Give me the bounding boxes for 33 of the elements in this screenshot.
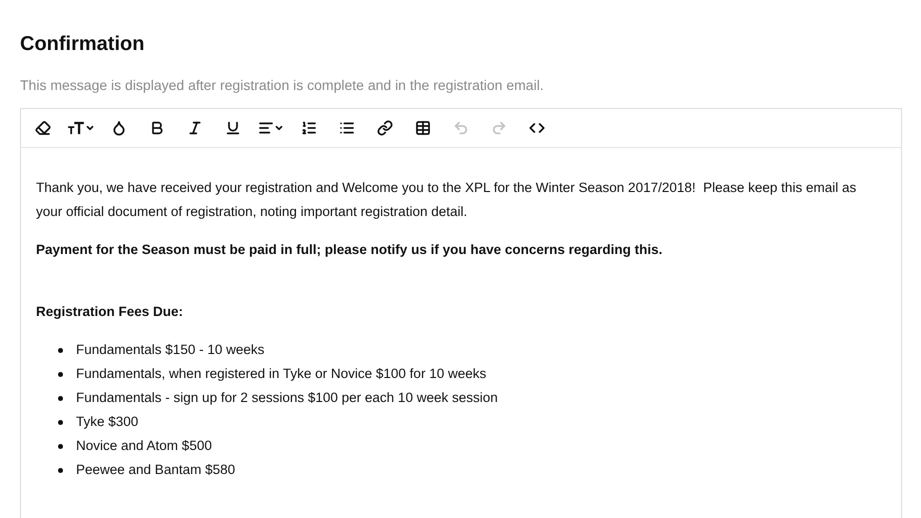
redo-icon bbox=[491, 120, 507, 136]
body-paragraph: Thank you, we have received your registration and Welcome you to the XPL for the Winter Season 2017/2018! Please keep this email as your official document of registration, noting important registration detail. bbox=[36, 179, 858, 221]
eraser-icon bbox=[35, 120, 51, 136]
numbered-list-icon bbox=[301, 120, 317, 136]
bullet-icon bbox=[58, 396, 63, 400]
list-item: Fundamentals - sign up for 2 sessions $100 per each 10 week session bbox=[76, 389, 498, 407]
list-item: Fundamentals, when registered in Tyke or Novice $100 for 10 weeks bbox=[76, 365, 486, 383]
caret-icon bbox=[274, 123, 284, 133]
italic-icon bbox=[187, 120, 203, 136]
droplet-icon bbox=[111, 120, 127, 136]
bullet-icon bbox=[58, 372, 63, 376]
bullet-icon bbox=[58, 468, 63, 472]
list-item: Novice and Atom $500 bbox=[76, 437, 212, 455]
text-size-icon bbox=[67, 121, 85, 135]
table-icon bbox=[415, 120, 431, 136]
bullet-icon bbox=[58, 420, 63, 424]
section-title: Confirmation bbox=[20, 32, 144, 56]
bold-icon bbox=[149, 120, 165, 136]
underline-icon bbox=[225, 120, 241, 136]
code-icon bbox=[529, 120, 545, 136]
list-item: Tyke $300 bbox=[76, 413, 138, 431]
link-icon bbox=[377, 120, 393, 136]
list-item: Peewee and Bantam $580 bbox=[76, 461, 236, 479]
bullet-icon bbox=[58, 444, 63, 448]
bold-paragraph: Payment for the Season must be paid in full; please notify us if you have concerns regarding this. bbox=[36, 241, 664, 259]
bullet-icon bbox=[58, 348, 63, 352]
caret-icon bbox=[85, 123, 95, 133]
list-item: Fundamentals $150 - 10 weeks bbox=[76, 341, 264, 359]
bullet-list-icon bbox=[339, 120, 355, 136]
fees-heading: Registration Fees Due: bbox=[36, 303, 184, 321]
align-left-icon bbox=[258, 120, 274, 136]
section-description: This message is displayed after registration is complete and in the registration email. bbox=[20, 76, 544, 95]
undo-icon bbox=[453, 120, 469, 136]
